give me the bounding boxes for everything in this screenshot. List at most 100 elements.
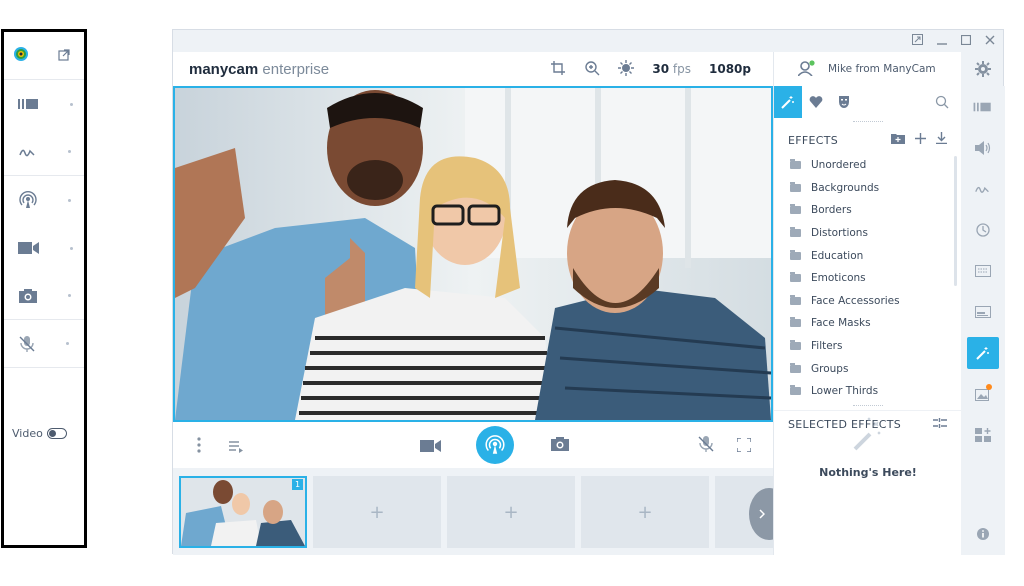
rail-keyboard-button[interactable] xyxy=(967,255,999,287)
fps-readout[interactable]: 30 fps xyxy=(652,62,691,76)
folder-icon xyxy=(790,385,801,396)
tab-masks[interactable] xyxy=(830,86,858,118)
rail-presets-button[interactable] xyxy=(967,91,999,123)
folder-label: Backgrounds xyxy=(811,181,880,194)
folder-item[interactable]: Lower Thirds xyxy=(774,380,961,402)
header-tools: 30 fps 1080p xyxy=(550,52,751,86)
rail-draw-button[interactable] xyxy=(967,173,999,205)
settings-button[interactable] xyxy=(961,52,1005,86)
more-dot[interactable] xyxy=(70,246,73,250)
maximize-icon[interactable] xyxy=(960,34,972,48)
mini-draw-row[interactable] xyxy=(4,128,84,176)
rail-info-button[interactable] xyxy=(967,518,999,550)
manycam-screen: Video manycam enterprise 30 fps 1080p 1 … xyxy=(0,0,1024,586)
camera-icon xyxy=(19,288,37,303)
folder-item[interactable]: Face Masks xyxy=(774,312,961,335)
mini-mic-row[interactable] xyxy=(4,320,84,368)
folder-label: Face Accessories xyxy=(811,294,900,307)
add-source-slot[interactable]: + xyxy=(447,476,575,548)
folder-label: Unordered xyxy=(811,159,867,172)
selected-effects-title: SELECTED EFFECTS xyxy=(788,418,902,431)
source-thumbnail-1[interactable]: 1 xyxy=(179,476,307,548)
snapshot-camera-icon[interactable] xyxy=(550,436,570,456)
more-dot[interactable] xyxy=(68,150,71,153)
folder-icon xyxy=(790,204,801,215)
video-camera-icon[interactable] xyxy=(420,438,442,457)
tab-favorites[interactable] xyxy=(802,86,830,118)
video-preview xyxy=(173,86,773,422)
rail-time-button[interactable] xyxy=(967,214,999,246)
add-symbol: + xyxy=(503,501,519,523)
more-options-icon[interactable] xyxy=(197,437,201,457)
folder-icon xyxy=(790,249,801,260)
mini-video-row[interactable] xyxy=(4,224,84,272)
mini-control-panel: Video xyxy=(1,29,87,548)
rail-media-button[interactable] xyxy=(967,378,999,410)
draw-icon xyxy=(975,186,989,193)
crop-icon[interactable] xyxy=(550,60,566,79)
manycam-logo-icon xyxy=(13,46,29,66)
folder-label: Education xyxy=(811,249,864,262)
fullscreen-icon[interactable] xyxy=(736,437,752,456)
scrollbar[interactable] xyxy=(954,156,957,286)
user-avatar-icon xyxy=(797,59,816,79)
folder-item[interactable]: Face Accessories xyxy=(774,290,961,313)
folder-icon xyxy=(790,181,801,192)
close-icon[interactable] xyxy=(985,34,995,48)
more-dot[interactable] xyxy=(70,102,73,106)
folder-label: Groups xyxy=(811,362,849,375)
user-bar[interactable]: Mike from ManyCam xyxy=(773,52,961,86)
fps-value: 30 xyxy=(652,62,670,76)
tab-effects[interactable] xyxy=(774,86,802,118)
broadcast-button[interactable] xyxy=(476,426,514,464)
brightness-icon[interactable] xyxy=(618,59,635,79)
lower-thirds-icon xyxy=(975,306,991,318)
search-icon[interactable] xyxy=(935,94,949,113)
add-source-slot[interactable]: + xyxy=(581,476,709,548)
microphone-muted-icon[interactable] xyxy=(697,435,715,457)
add-source-slot[interactable]: + xyxy=(313,476,441,548)
add-icon[interactable] xyxy=(915,132,926,148)
folder-item[interactable]: Groups xyxy=(774,357,961,380)
info-icon xyxy=(977,528,989,540)
effects-panel: EFFECTS Unordered Backgrounds Borders Di… xyxy=(773,86,961,555)
folder-item[interactable]: Filters xyxy=(774,335,961,358)
mini-broadcast-row[interactable] xyxy=(4,176,84,224)
more-dot[interactable] xyxy=(68,294,71,297)
mini-presets-row[interactable] xyxy=(4,80,84,128)
rail-layers-button[interactable] xyxy=(967,419,999,451)
add-folder-icon[interactable] xyxy=(891,133,905,148)
folder-item[interactable]: Emoticons xyxy=(774,267,961,290)
rail-audio-button[interactable] xyxy=(967,132,999,164)
folder-item[interactable]: Backgrounds xyxy=(774,177,961,200)
add-symbol: + xyxy=(369,501,385,523)
video-toggle[interactable]: Video xyxy=(12,427,67,440)
folder-item[interactable]: Education xyxy=(774,244,961,267)
restore-icon[interactable] xyxy=(912,34,923,48)
folder-icon xyxy=(790,317,801,328)
popout-icon[interactable] xyxy=(58,46,70,65)
magic-wand-icon xyxy=(781,96,794,109)
folder-item[interactable]: Borders xyxy=(774,199,961,222)
minimize-icon[interactable] xyxy=(937,34,947,48)
download-icon[interactable] xyxy=(936,132,947,148)
magic-wand-icon xyxy=(976,347,989,360)
folder-item[interactable]: Distortions xyxy=(774,222,961,245)
drag-handle[interactable] xyxy=(774,402,961,410)
rail-effects-button[interactable] xyxy=(967,337,999,369)
drag-handle[interactable] xyxy=(774,118,961,126)
right-rail xyxy=(961,86,1005,555)
playlist-icon[interactable] xyxy=(229,438,243,457)
folder-label: Emoticons xyxy=(811,272,866,285)
more-dot[interactable] xyxy=(66,342,69,345)
resolution-readout[interactable]: 1080p xyxy=(709,62,751,76)
more-dot[interactable] xyxy=(68,198,71,202)
folder-icon xyxy=(790,272,801,283)
folder-icon xyxy=(790,362,801,373)
list-settings-icon[interactable] xyxy=(933,418,947,431)
toggle-switch[interactable] xyxy=(46,428,67,439)
mini-snapshot-row[interactable] xyxy=(4,272,84,320)
folder-item[interactable]: Unordered xyxy=(774,154,961,177)
rail-lower-thirds-button[interactable] xyxy=(967,296,999,328)
zoom-icon[interactable] xyxy=(584,60,600,79)
